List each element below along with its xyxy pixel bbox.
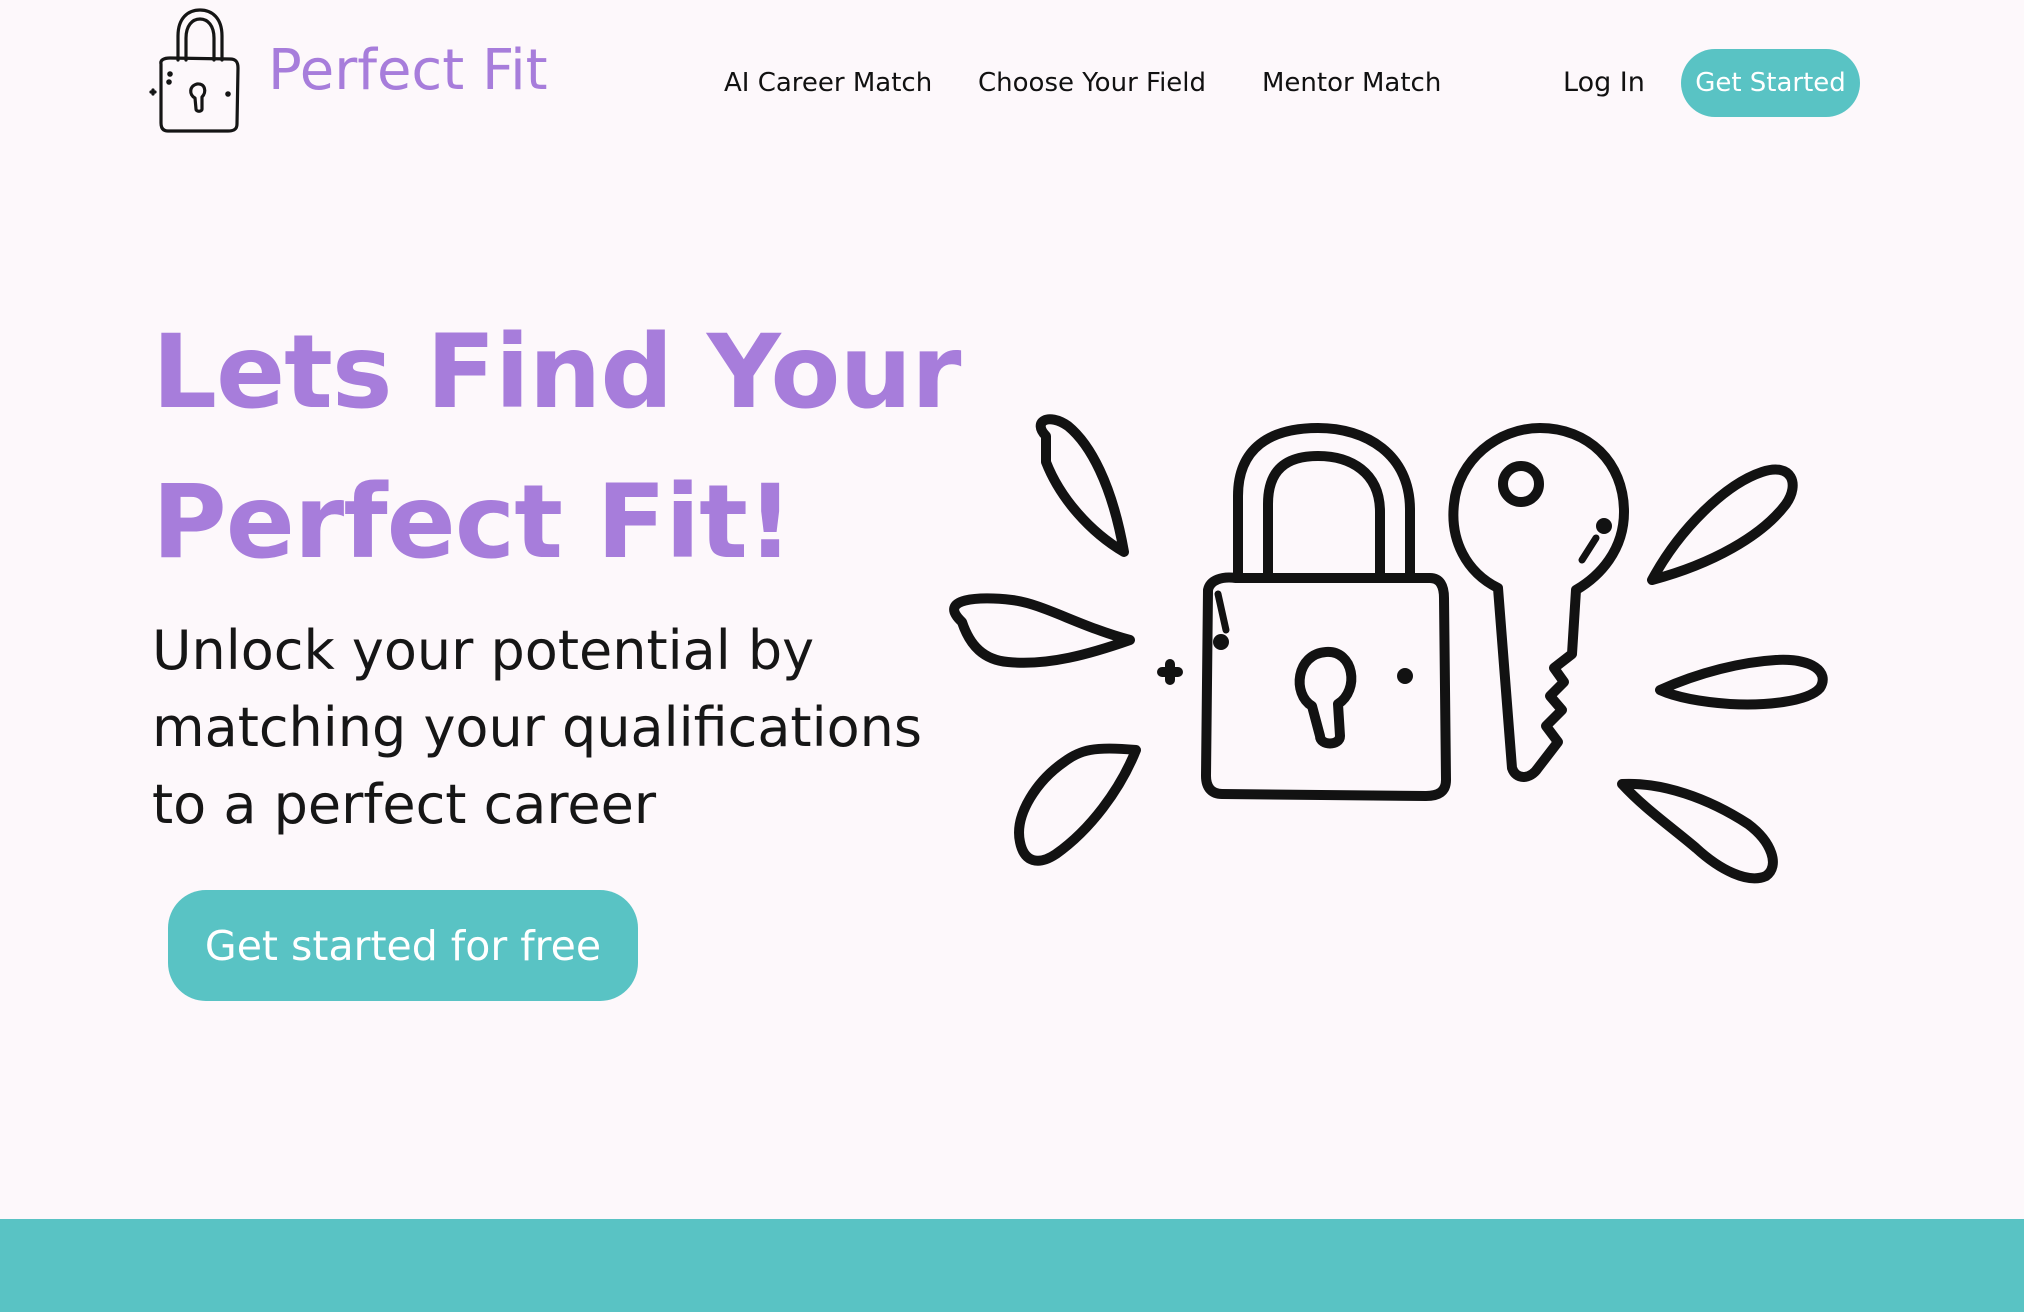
key-highlight xyxy=(1578,534,1600,564)
splash-drop xyxy=(1647,464,1798,585)
splash-drop xyxy=(949,593,1135,668)
keyhole xyxy=(1294,647,1357,749)
key-dot xyxy=(1596,518,1612,534)
lock-and-key-icon xyxy=(949,414,1828,884)
splash-drop xyxy=(1035,414,1129,557)
padlock-icon xyxy=(149,8,240,133)
brand-name: Perfect Fit xyxy=(268,37,548,103)
brand-logo[interactable]: Perfect Fit xyxy=(148,6,548,134)
padlock-shackle xyxy=(1263,451,1385,583)
splash-drop xyxy=(1655,654,1828,710)
hero-subtitle-line: Unlock your potential by xyxy=(152,619,815,682)
padlock-body xyxy=(1201,572,1451,801)
get-started-button[interactable]: Get Started xyxy=(1681,49,1860,117)
hero-title-line: Perfect Fit! xyxy=(152,463,793,582)
hero-subtitle-line: matching your qualifications xyxy=(152,696,923,759)
hero-subtitle-line: to a perfect career xyxy=(152,773,657,836)
site-header: Perfect Fit AI Career Match Choose Your … xyxy=(0,0,2024,166)
hero-title: Lets Find Your Perfect Fit! xyxy=(152,298,972,598)
hero-subtitle: Unlock your potential by matching your q… xyxy=(152,612,923,843)
footer-band xyxy=(0,1219,2024,1312)
nav-ai-career-match[interactable]: AI Career Match xyxy=(724,62,932,104)
padlock-dot xyxy=(1397,668,1413,684)
get-started-free-button[interactable]: Get started for free xyxy=(168,890,638,1001)
key-hole xyxy=(1498,461,1544,507)
padlock-dot xyxy=(1213,634,1229,650)
padlock-highlight xyxy=(1214,590,1230,634)
sparkle-icon xyxy=(1157,659,1183,685)
nav-choose-your-field[interactable]: Choose Your Field xyxy=(978,62,1206,104)
hero-title-line: Lets Find Your xyxy=(152,313,961,432)
nav-mentor-match[interactable]: Mentor Match xyxy=(1262,62,1441,104)
log-in-link[interactable]: Log In xyxy=(1563,62,1645,104)
splash-drop xyxy=(1014,743,1141,866)
splash-drop xyxy=(1617,778,1778,884)
